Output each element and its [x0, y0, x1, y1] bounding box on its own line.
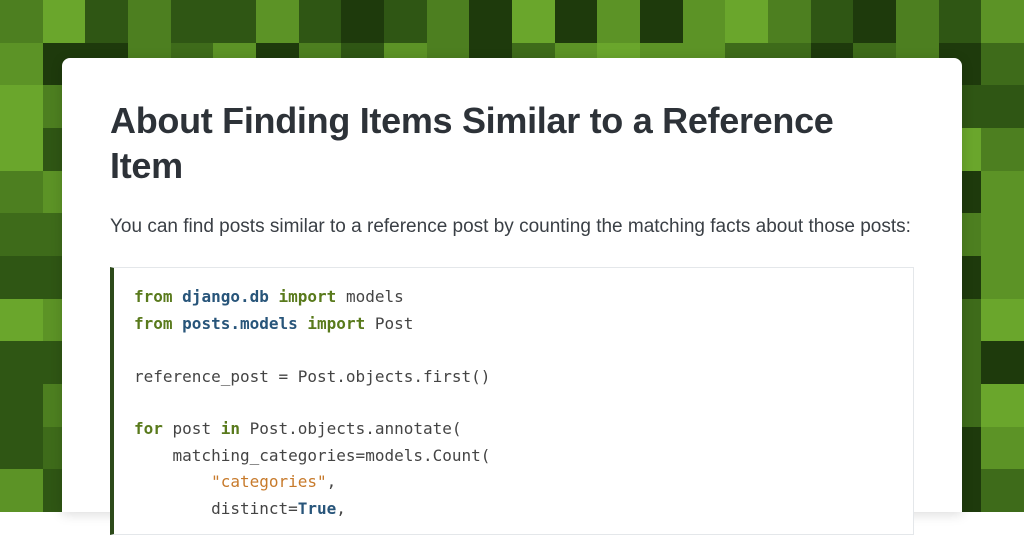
- code-text: ,: [327, 472, 337, 491]
- code-module: django.db: [182, 287, 269, 306]
- code-kw-import: import: [307, 314, 365, 333]
- code-kw-in: in: [221, 419, 240, 438]
- code-text: ,: [336, 499, 346, 518]
- code-module: posts.models: [182, 314, 298, 333]
- code-block: from django.db import models from posts.…: [110, 267, 914, 535]
- code-text: reference_post = Post.objects.first(): [134, 367, 490, 386]
- code-indent: [134, 472, 211, 491]
- code-kw-from: from: [134, 314, 173, 333]
- page-title: About Finding Items Similar to a Referen…: [110, 98, 914, 188]
- intro-paragraph: You can find posts similar to a referenc…: [110, 212, 914, 241]
- code-kw-import: import: [279, 287, 337, 306]
- code-text: matching_categories=models.Count(: [134, 446, 490, 465]
- code-kw-from: from: [134, 287, 173, 306]
- code-text: Post: [365, 314, 413, 333]
- code-bool: True: [298, 499, 337, 518]
- code-string: "categories": [211, 472, 327, 491]
- code-text: models: [336, 287, 403, 306]
- code-kw-for: for: [134, 419, 163, 438]
- article-card: About Finding Items Similar to a Referen…: [62, 58, 962, 512]
- code-text: Post.objects.annotate(: [240, 419, 462, 438]
- code-text: post: [163, 419, 221, 438]
- code-indent: distinct=: [134, 499, 298, 518]
